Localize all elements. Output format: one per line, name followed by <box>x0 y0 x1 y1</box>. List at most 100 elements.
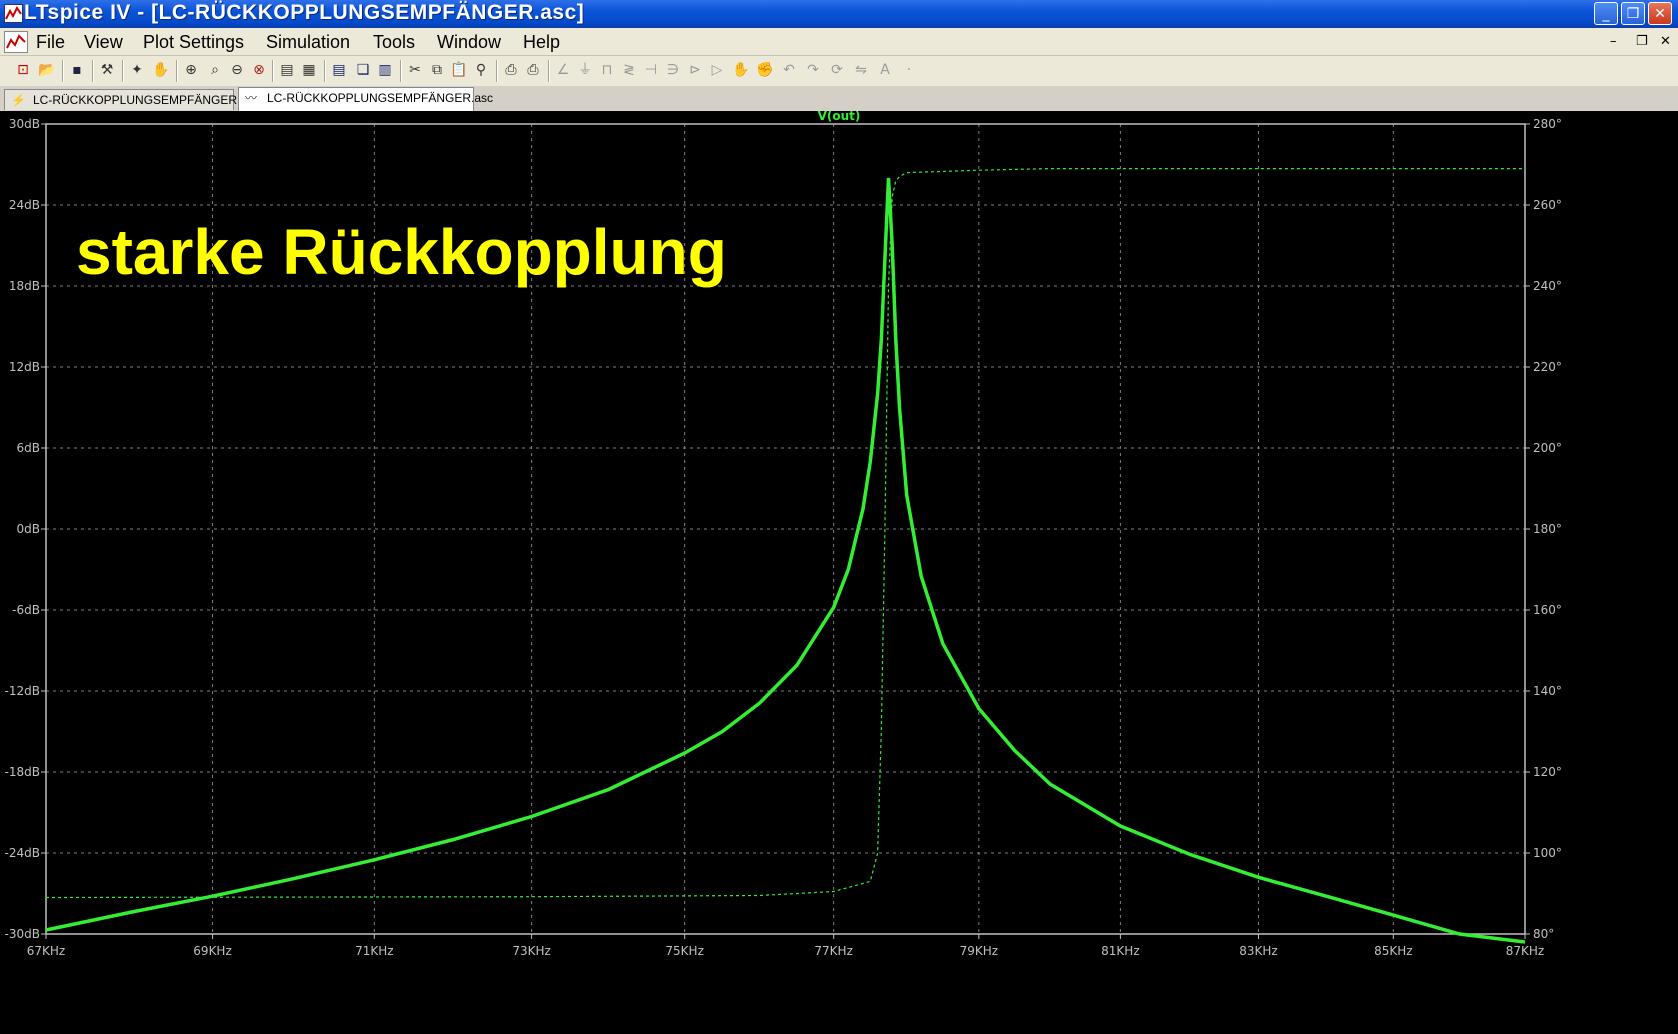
toolbar: ⊡ 📂 ▪ ⚒ ✦ ✋ ⊕ ⌕ ⊖ ⊗ ▤ ▦ ▤ ❏ ▥ ✂ ⧉ 📋 ⚲ ⎙ … <box>0 56 1678 87</box>
autorange-icon[interactable]: ▤ <box>278 61 296 79</box>
x-tick-label: 81KHz <box>1101 944 1139 958</box>
menu-bar: File View Plot Settings Simulation Tools… <box>0 28 1678 56</box>
mdi-minimize-button[interactable]: – <box>1610 34 1617 49</box>
document-tab-bar: ⚡ LC-RÜCKKOPPLUNGSEMPFÄNGER.asc 〰 LC-RÜC… <box>0 86 1678 111</box>
y-left-tick-label: -12dB <box>5 684 40 698</box>
x-tick-label: 87KHz <box>1506 944 1544 958</box>
pan-icon[interactable]: ✋ <box>152 61 170 79</box>
menu-window[interactable]: Window <box>437 32 501 53</box>
zoom-box-icon[interactable]: ⌕ <box>206 61 224 79</box>
cut-icon[interactable]: ✂ <box>406 61 424 79</box>
toolbar-separator <box>324 60 326 82</box>
y-right-tick-label: 100° <box>1533 846 1562 860</box>
new-schematic-icon[interactable]: ⊡ <box>14 61 32 79</box>
close-button[interactable]: ✕ <box>1648 2 1672 25</box>
annotation-text: starke Rückkopplung <box>76 216 727 288</box>
menu-plot-settings[interactable]: Plot Settings <box>143 32 244 53</box>
menu-file[interactable]: File <box>36 32 65 53</box>
control-panel-icon[interactable]: ⚒ <box>98 61 116 79</box>
mirror-icon[interactable]: ⇋ <box>852 61 870 79</box>
undo-icon[interactable]: ↶ <box>780 61 798 79</box>
diode-icon[interactable]: ⊳ <box>686 61 704 79</box>
open-icon[interactable]: 📂 <box>38 61 56 79</box>
y-right-tick-label: 80° <box>1533 927 1554 941</box>
toolbar-separator <box>62 60 64 82</box>
spice-directive-icon[interactable]: · <box>900 61 918 79</box>
menu-tools[interactable]: Tools <box>373 32 415 53</box>
zoom-in-icon[interactable]: ⊕ <box>182 61 200 79</box>
toolbar-separator <box>92 60 94 82</box>
redo-icon[interactable]: ↷ <box>804 61 822 79</box>
minimize-button[interactable]: _ <box>1594 2 1618 25</box>
drag-icon[interactable]: ✊ <box>756 61 774 79</box>
tab-waveform[interactable]: 〰 LC-RÜCKKOPPLUNGSEMPFÄNGER.asc <box>238 87 493 111</box>
inductor-icon[interactable]: ∋ <box>664 61 682 79</box>
zoom-out-icon[interactable]: ⊖ <box>228 61 246 79</box>
rotate-icon[interactable]: ⟳ <box>828 61 846 79</box>
y-right-tick-label: 280° <box>1533 117 1562 131</box>
resistor-icon[interactable]: ≷ <box>620 61 638 79</box>
toolbar-separator <box>176 60 178 82</box>
y-left-tick-label: 0dB <box>17 522 40 536</box>
y-right-tick-label: 240° <box>1533 279 1562 293</box>
y-left-tick-label: -6dB <box>12 603 40 617</box>
y-left-tick-label: 30dB <box>9 117 40 131</box>
y-right-tick-label: 180° <box>1533 522 1562 536</box>
title-bar: LTspice IV - [LC-RÜCKKOPPLUNGSEMPFÄNGER.… <box>0 0 1678 28</box>
schematic-icon: ⚡ <box>11 93 26 107</box>
y-left-tick-label: 24dB <box>9 198 40 212</box>
save-icon[interactable]: ▪ <box>68 61 86 79</box>
run-icon[interactable]: ✦ <box>128 61 146 79</box>
x-tick-label: 67KHz <box>27 944 65 958</box>
menu-simulation[interactable]: Simulation <box>266 32 350 53</box>
component-icon[interactable]: ▷ <box>708 61 726 79</box>
menu-help[interactable]: Help <box>523 32 560 53</box>
tab-label: LC-RÜCKKOPPLUNGSEMPFÄNGER.asc <box>267 91 494 105</box>
ground-icon[interactable]: ⏚ <box>576 61 594 79</box>
print-icon[interactable]: ⎙ <box>524 61 542 79</box>
menu-view[interactable]: View <box>84 32 123 53</box>
mdi-close-button[interactable]: ✕ <box>1660 34 1671 49</box>
capacitor-icon[interactable]: ⊣ <box>642 61 660 79</box>
x-tick-label: 69KHz <box>193 944 231 958</box>
move-icon[interactable]: ✋ <box>732 61 750 79</box>
trace-label-vout[interactable]: V(out) <box>818 111 861 123</box>
x-tick-label: 83KHz <box>1239 944 1277 958</box>
zoom-fit-icon[interactable]: ⊗ <box>250 61 268 79</box>
y-left-tick-label: -24dB <box>5 846 40 860</box>
find-icon[interactable]: ⚲ <box>472 61 490 79</box>
window-title: LTspice IV - [LC-RÜCKKOPPLUNGSEMPFÄNGER.… <box>24 1 585 24</box>
y-right-tick-label: 160° <box>1533 603 1562 617</box>
tile-horizontal-icon[interactable]: ▤ <box>330 61 348 79</box>
mdi-restore-button[interactable]: ❐ <box>1636 34 1648 49</box>
toolbar-separator <box>400 60 402 82</box>
y-left-tick-label: 18dB <box>9 279 40 293</box>
toolbar-separator <box>496 60 498 82</box>
mark-icon[interactable]: ▦ <box>300 61 318 79</box>
print-preview-icon[interactable]: ⎙ <box>502 61 520 79</box>
x-tick-label: 85KHz <box>1374 944 1412 958</box>
waveform-document-icon[interactable] <box>4 31 28 53</box>
x-tick-label: 75KHz <box>665 944 703 958</box>
y-right-tick-label: 120° <box>1533 765 1562 779</box>
tab-schematic[interactable]: ⚡ LC-RÜCKKOPPLUNGSEMPFÄNGER.asc <box>4 89 259 110</box>
tile-vertical-icon[interactable]: ▥ <box>376 61 394 79</box>
cascade-icon[interactable]: ❏ <box>354 61 372 79</box>
toolbar-separator <box>272 60 274 82</box>
y-right-tick-label: 200° <box>1533 441 1562 455</box>
wire-icon[interactable]: ∠ <box>554 61 572 79</box>
waveform-icon: 〰 <box>245 91 258 105</box>
y-left-tick-label: 6dB <box>17 441 40 455</box>
x-tick-label: 71KHz <box>355 944 393 958</box>
waveform-plot-pane[interactable]: 67KHz 69KHz 71KHz 73KHz 75KHz 77KHz 79KHz 81KHz… <box>0 111 1678 1034</box>
toolbar-separator <box>548 60 550 82</box>
label-icon[interactable]: ⊓ <box>598 61 616 79</box>
ltspice-app-icon[interactable] <box>4 4 23 23</box>
y-left-tick-label: -18dB <box>5 765 40 779</box>
y-right-tick-label: 220° <box>1533 360 1562 374</box>
restore-button[interactable]: ❐ <box>1621 2 1645 25</box>
copy-icon[interactable]: ⧉ <box>428 61 446 79</box>
text-icon[interactable]: A <box>876 61 894 79</box>
y-right-tick-label: 140° <box>1533 684 1562 698</box>
paste-icon[interactable]: 📋 <box>450 61 468 79</box>
